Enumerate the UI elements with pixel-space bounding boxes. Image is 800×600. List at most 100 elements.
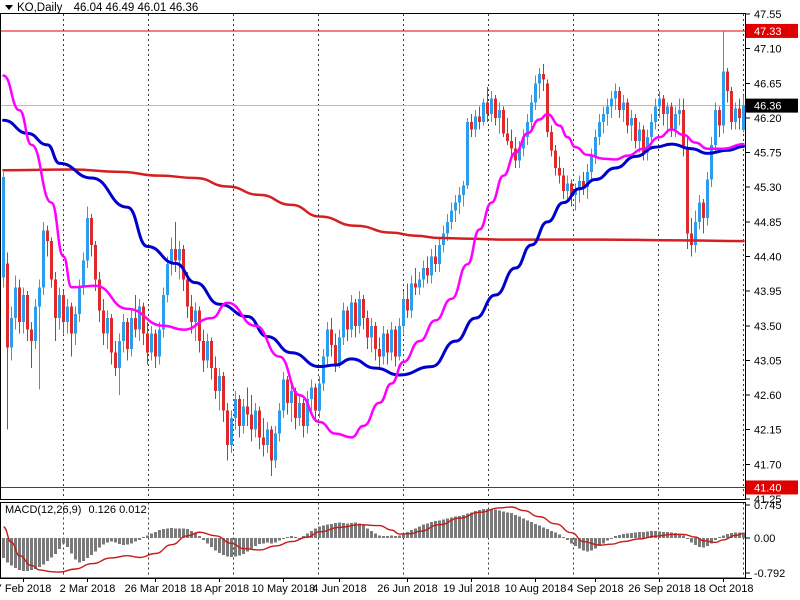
candle-body-up (398, 326, 401, 357)
macd-histogram-bar (486, 509, 489, 538)
candle-body-down (486, 103, 489, 115)
candle-body-down (470, 122, 473, 130)
date-label: 2 Mar 2018 (60, 583, 116, 595)
candle-body-up (78, 287, 81, 314)
candle-body-up (498, 110, 501, 118)
macd-tick-label: 0.745 (754, 500, 782, 512)
candle-body-up (242, 407, 245, 426)
macd-histogram-bar (394, 536, 397, 538)
macd-histogram-bar (274, 538, 277, 542)
candle-body-down (182, 249, 185, 280)
candle-body-up (390, 330, 393, 353)
macd-histogram-bar (234, 538, 237, 557)
candle-body-down (330, 330, 333, 345)
candle-body-up (338, 337, 341, 364)
macd-histogram-bar (522, 519, 525, 538)
macd-histogram-bar (178, 529, 181, 538)
candle-body-up (178, 249, 181, 261)
macd-histogram-bar (534, 524, 537, 538)
macd-histogram-bar (198, 536, 201, 538)
candle-body-down (146, 333, 149, 352)
macd-histogram-bar (254, 538, 257, 546)
candle-body-up (734, 109, 737, 122)
candle-body-up (318, 384, 321, 411)
candle-body-down (6, 263, 9, 347)
candle-body-down (190, 307, 193, 322)
macd-histogram-bar (714, 538, 717, 540)
candle-body-down (618, 91, 621, 110)
candle-body-up (598, 122, 601, 137)
date-label: 26 Jun 2018 (377, 583, 438, 595)
candle-body-down (362, 299, 365, 318)
candle-body-down (186, 280, 189, 307)
candle-body-down (550, 132, 553, 150)
macd-histogram-bar (626, 534, 629, 538)
candle-body-down (62, 295, 65, 322)
candle-body-down (414, 283, 417, 287)
macd-histogram-bar (78, 538, 81, 562)
macd-histogram-bar (358, 523, 361, 538)
candle-body-up (462, 186, 465, 195)
macd-histogram-bar (250, 538, 253, 549)
macd-histogram-bar (46, 538, 49, 561)
macd-histogram-bar (6, 538, 9, 562)
candle-body-down (506, 133, 509, 141)
date-label: 18 Apr 2018 (190, 583, 249, 595)
macd-histogram-bar (258, 538, 261, 544)
candle-body-down (626, 103, 629, 126)
candle-body-down (406, 299, 409, 311)
macd-histogram-bar (482, 509, 485, 538)
candle-body-up (418, 280, 421, 288)
macd-histogram-bar (386, 536, 389, 538)
macd-histogram-bar (542, 527, 545, 538)
candle-body-down (478, 116, 481, 121)
symbol-period-label: KO,Daily 46.04 46.49 46.01 46.36 (17, 2, 198, 14)
candle-body-down (726, 72, 729, 91)
macd-histogram-bar (82, 538, 85, 561)
candle-body-down (154, 333, 157, 356)
candle-body-up (490, 99, 493, 114)
candle-body-down (366, 318, 369, 337)
macd-histogram-bar (42, 538, 45, 565)
macd-histogram-bar (614, 536, 617, 538)
candle-body-down (354, 303, 357, 326)
macd-histogram-bar (334, 523, 337, 538)
macd-histogram-bar (526, 520, 529, 538)
candle-body-down (222, 376, 225, 411)
price-chart-canvas[interactable]: 47.5547.1046.6546.2045.7545.3044.8544.40… (0, 0, 800, 600)
macd-histogram-bar (278, 538, 281, 541)
price-tick-label: 47.55 (754, 9, 782, 21)
candle-body-up (322, 357, 325, 384)
macd-histogram-bar (530, 522, 533, 538)
macd-histogram-bar (2, 538, 5, 558)
macd-histogram-bar (218, 538, 221, 553)
macd-histogram-bar (90, 538, 93, 555)
candle-body-up (454, 203, 457, 211)
candle-body-up (466, 122, 469, 186)
macd-histogram-bar (38, 538, 41, 567)
macd-histogram-bar (630, 533, 633, 538)
macd-histogram-bar (430, 522, 433, 538)
candle-body-down (494, 99, 497, 118)
macd-histogram-bar (442, 519, 445, 538)
candle-body-up (310, 387, 313, 399)
candle-body-down (374, 326, 377, 349)
price-tick-label: 43.50 (754, 321, 782, 333)
price-tick-label: 47.10 (754, 44, 782, 56)
macd-histogram-bar (266, 538, 269, 542)
macd-histogram-bar (582, 538, 585, 550)
macd-histogram-bar (230, 538, 233, 557)
macd-histogram-bar (214, 538, 217, 550)
macd-histogram-bar (26, 538, 29, 571)
macd-histogram-bar (694, 538, 697, 545)
candle-body-down (26, 295, 29, 330)
price-badge-label: 46.36 (754, 101, 782, 113)
candle-body-down (226, 410, 229, 445)
candle-body-down (30, 330, 33, 342)
candle-body-up (610, 99, 613, 107)
candle-body-down (258, 410, 261, 437)
macd-histogram-bar (282, 538, 285, 539)
candle-body-up (218, 376, 221, 391)
macd-histogram-bar (586, 538, 589, 551)
candle-body-down (670, 106, 673, 129)
